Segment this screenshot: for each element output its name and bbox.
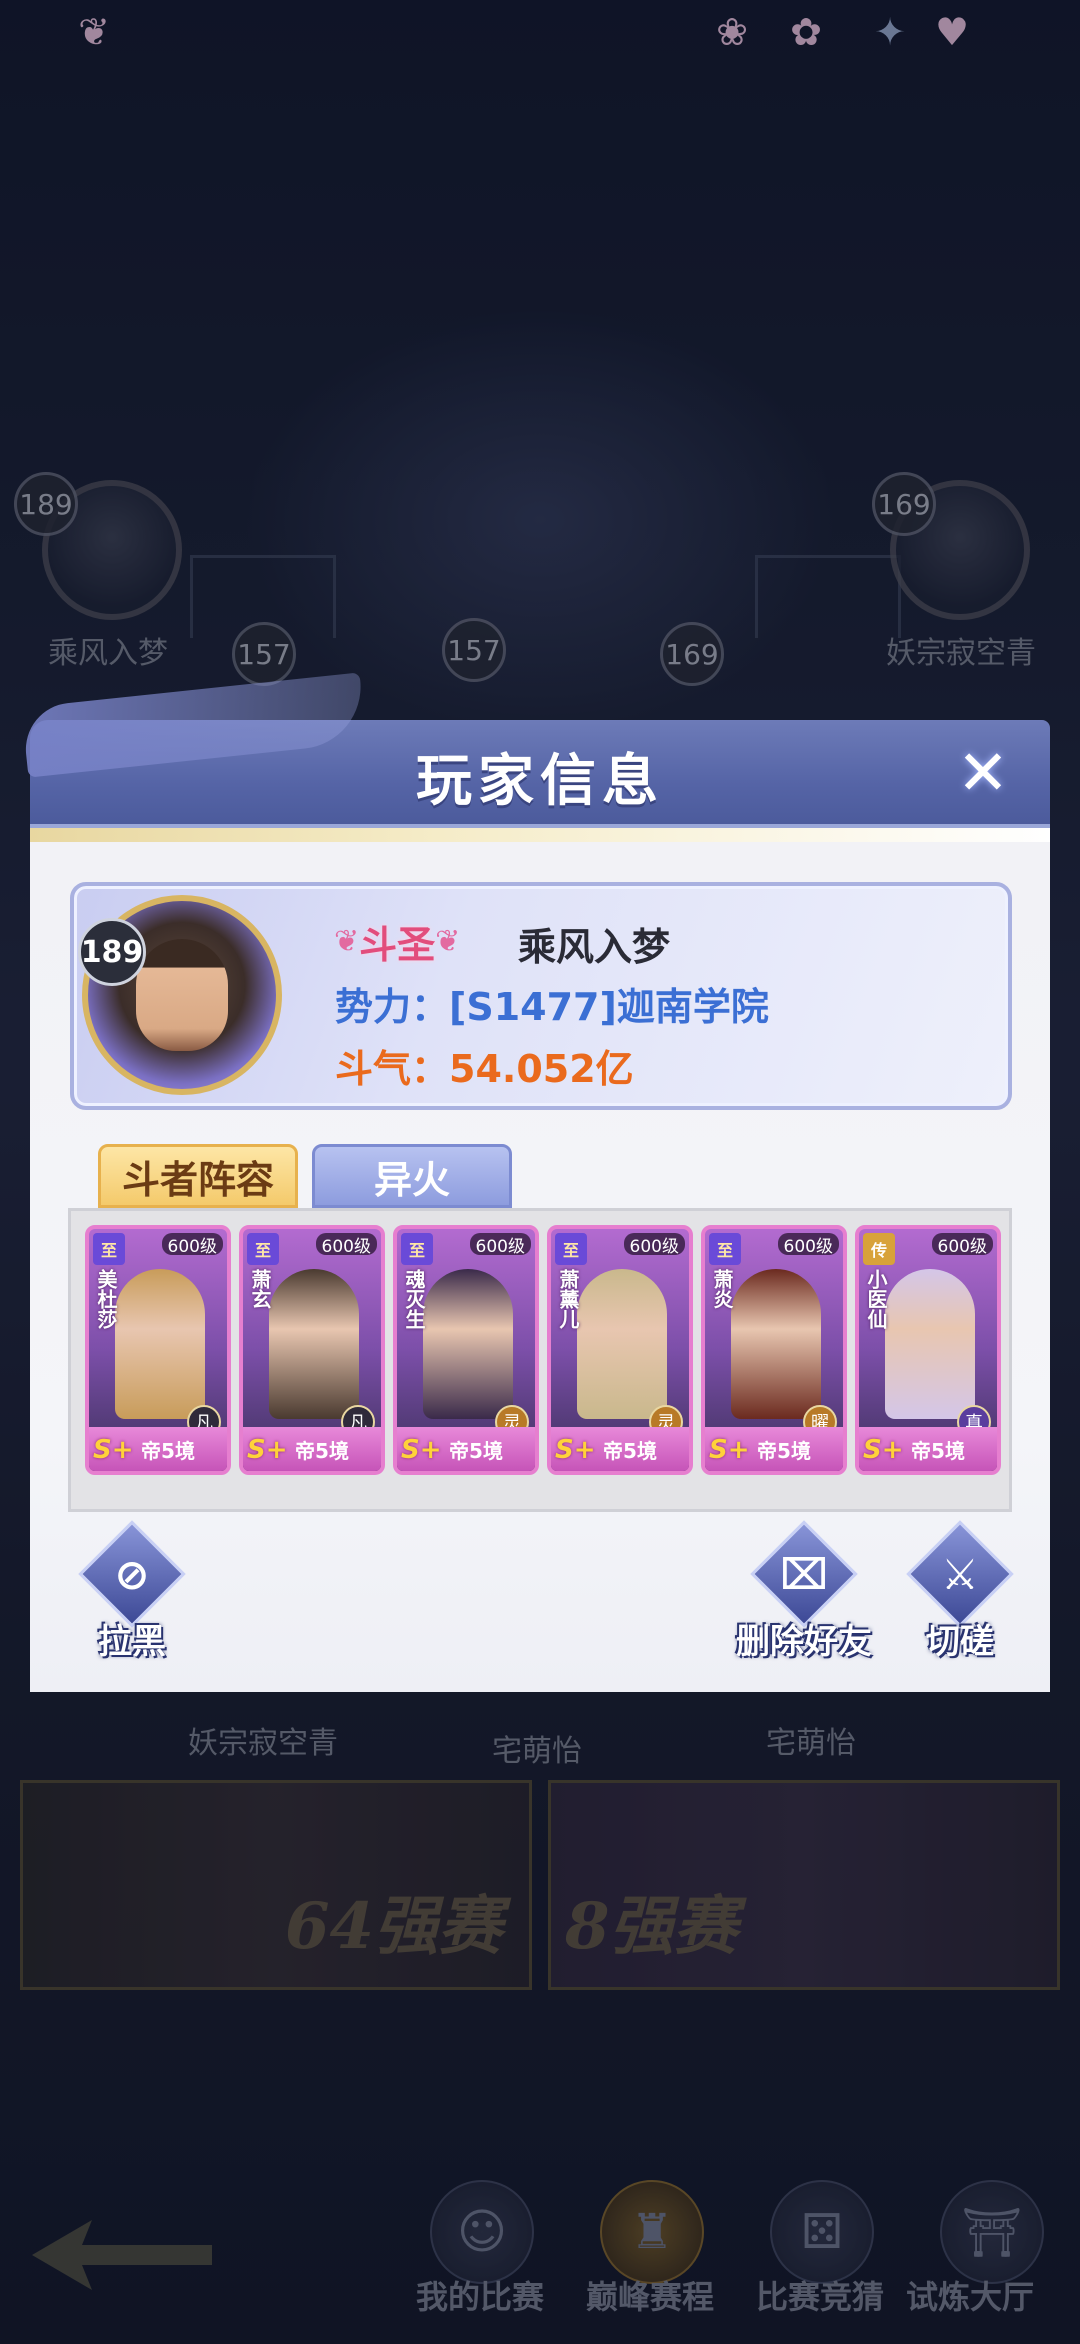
delete-friend-button[interactable]: ⌧ 删除好友 [724,1520,874,1676]
hero-level: 600级 [315,1233,377,1257]
hero-portrait [577,1269,667,1419]
player-faction: 势力：[S1477]迦南学院 [335,985,769,1029]
hero-tier-badge: 至 [555,1233,587,1265]
header-divider [30,828,1050,842]
s-plus-icon: S+ [863,1435,904,1465]
s-plus-icon: S+ [401,1435,442,1465]
player-level-badge: 189 [78,918,146,986]
hero-card[interactable]: 至 600级 萧薰儿灵 S+ 帝5境 [547,1225,693,1475]
wing-left-icon: ❦ [334,923,360,959]
hero-name: 小医仙 [864,1269,888,1329]
block-button[interactable]: ⊘ 拉黑 [52,1520,202,1676]
hero-star-level: 帝5境 [757,1438,811,1463]
close-icon[interactable]: ✕ [952,742,1014,804]
spar-button[interactable]: ⚔ 切磋 [880,1520,1030,1676]
block-icon: ⊘ [114,1549,150,1599]
hero-card[interactable]: 传 600级 小医仙真 S+ 帝5境 [855,1225,1001,1475]
hero-card[interactable]: 至 600级 萧炎曜 S+ 帝5境 [701,1225,847,1475]
swords-icon: ⚔ [941,1549,979,1599]
button-label: 切磋 [926,1622,994,1662]
hero-name: 萧薰儿 [556,1269,580,1329]
hero-tier-badge: 至 [709,1233,741,1265]
hero-name: 魂灭生 [402,1269,426,1329]
s-plus-icon: S+ [93,1435,134,1465]
hero-tier-badge: 至 [401,1233,433,1265]
avatar-portrait [136,939,228,1051]
hero-star-level: 帝5境 [295,1438,349,1463]
hero-name: 萧炎 [710,1269,734,1309]
hero-portrait [731,1269,821,1419]
hero-level: 600级 [469,1233,531,1257]
dialog-title: 玩家信息 [416,748,664,814]
hero-level: 600级 [931,1233,993,1257]
trash-icon: ⌧ [779,1549,829,1599]
hero-star-bar: S+ 帝5境 [551,1427,689,1471]
s-plus-icon: S+ [555,1435,596,1465]
tab-strange-fire[interactable]: 异火 [312,1144,512,1208]
hero-tier-badge: 至 [93,1233,125,1265]
player-power: 斗气：54.052亿 [335,1047,634,1091]
hero-portrait [885,1269,975,1419]
hero-star-bar: S+ 帝5境 [859,1427,997,1471]
hero-star-level: 帝5境 [603,1438,657,1463]
hero-star-level: 帝5境 [911,1438,965,1463]
hero-star-bar: S+ 帝5境 [243,1427,381,1471]
hero-level: 600级 [777,1233,839,1257]
hero-level: 600级 [623,1233,685,1257]
hero-level: 600级 [161,1233,223,1257]
hero-portrait [269,1269,359,1419]
hero-star-level: 帝5境 [141,1438,195,1463]
hero-card[interactable]: 至 600级 美杜莎凡 S+ 帝5境 [85,1225,231,1475]
s-plus-icon: S+ [247,1435,288,1465]
hero-lineup-panel: 至 600级 美杜莎凡 S+ 帝5境至 600级 萧玄凡 S+ 帝5境至 600级 魂灭生灵 S+ 帝5… [68,1208,1012,1512]
hero-name: 美杜莎 [94,1269,118,1329]
hero-card[interactable]: 至 600级 魂灭生灵 S+ 帝5境 [393,1225,539,1475]
tab-fighter-lineup[interactable]: 斗者阵容 [98,1144,298,1208]
hero-card[interactable]: 至 600级 萧玄凡 S+ 帝5境 [239,1225,385,1475]
hero-portrait [115,1269,205,1419]
dialog-header: 玩家信息 ✕ [30,720,1050,828]
hero-star-bar: S+ 帝5境 [89,1427,227,1471]
hero-tier-badge: 至 [247,1233,279,1265]
button-label: 拉黑 [98,1622,166,1662]
player-name: 乘风入梦 [518,924,671,969]
hero-portrait [423,1269,513,1419]
hero-star-bar: S+ 帝5境 [397,1427,535,1471]
hero-tier-badge: 传 [863,1233,895,1265]
rank-title: 斗圣 [359,921,436,967]
button-label: 删除好友 [736,1622,872,1662]
wing-right-icon: ❦ [435,923,461,959]
hero-star-level: 帝5境 [449,1438,503,1463]
hero-star-bar: S+ 帝5境 [705,1427,843,1471]
hero-name: 萧玄 [248,1269,272,1309]
s-plus-icon: S+ [709,1435,750,1465]
rank-badge: ❦ 斗圣 ❦ [334,918,461,967]
